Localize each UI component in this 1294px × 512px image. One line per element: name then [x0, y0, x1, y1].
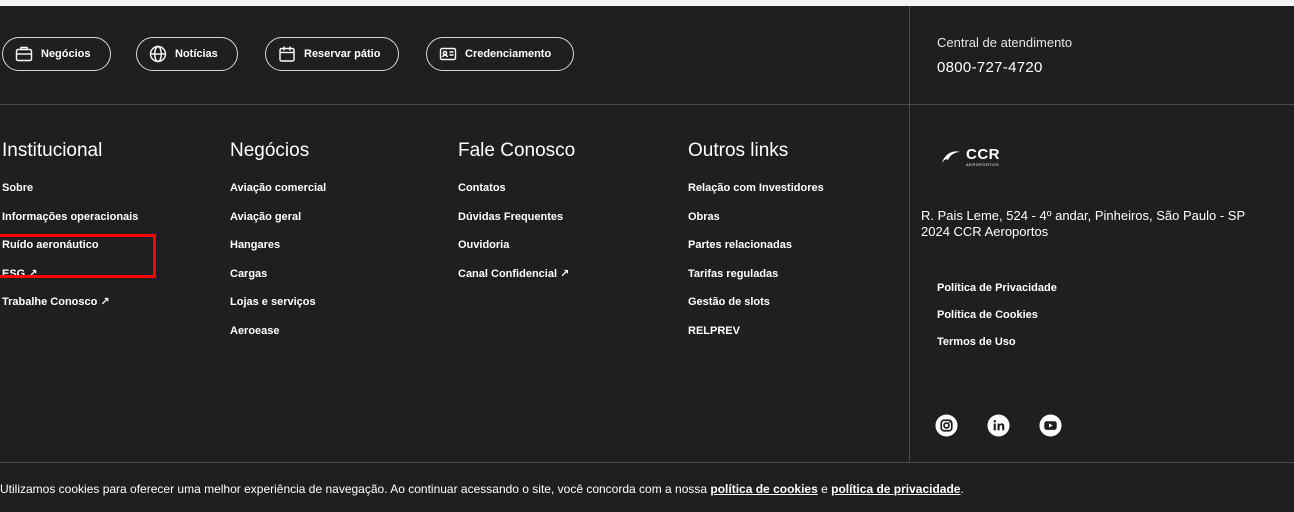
divider-right	[909, 104, 1294, 105]
noticias-button[interactable]: Notícias	[136, 37, 238, 71]
negocios-button-label: Negócios	[41, 48, 91, 60]
link-cargas[interactable]: Cargas	[230, 267, 326, 296]
link-sobre[interactable]: Sobre	[2, 181, 138, 210]
link-tarifas-reguladas[interactable]: Tarifas reguladas	[688, 267, 824, 296]
link-relacao-investidores[interactable]: Relação com Investidores	[688, 181, 824, 210]
institucional-column: Institucional Sobre Informações operacio…	[2, 140, 138, 324]
outros-links-column: Outros links Relação com Investidores Ob…	[688, 140, 824, 352]
calendar-icon	[279, 46, 295, 62]
ccr-logo: CCR AEROPORTOS	[940, 146, 1000, 168]
vertical-divider	[909, 6, 910, 462]
logo-name: CCR	[966, 145, 1000, 163]
institucional-title: Institucional	[2, 140, 103, 161]
link-aviacao-geral[interactable]: Aviação geral	[230, 210, 326, 239]
external-link-icon: ↗	[100, 296, 110, 308]
link-relprev[interactable]: RELPREV	[688, 324, 824, 353]
highlight-box	[0, 234, 156, 278]
cookie-end: .	[960, 482, 964, 496]
address: R. Pais Leme, 524 - 4º andar, Pinheiros,…	[921, 208, 1294, 240]
link-partes-relacionadas[interactable]: Partes relacionadas	[688, 238, 824, 267]
reservar-patio-button-label: Reservar pátio	[304, 48, 381, 60]
link-duvidas-frequentes[interactable]: Dúvidas Frequentes	[458, 210, 575, 239]
external-link-icon: ↗	[560, 267, 570, 280]
cookie-and: e	[817, 482, 832, 496]
link-hangares[interactable]: Hangares	[230, 238, 326, 267]
youtube-icon[interactable]	[1039, 414, 1062, 437]
noticias-button-label: Notícias	[175, 48, 218, 60]
social-links	[935, 414, 1062, 437]
privacy-policy-link[interactable]: política de privacidade	[831, 482, 960, 496]
copyright: 2024 CCR Aeroportos	[921, 224, 1049, 239]
cookie-text: Utilizamos cookies para oferecer uma mel…	[0, 482, 711, 496]
link-canal-confidencial[interactable]: Canal Confidencial ↗	[458, 267, 575, 296]
link-politica-privacidade[interactable]: Política de Privacidade	[937, 282, 1057, 309]
credenciamento-button[interactable]: Credenciamento	[426, 37, 574, 71]
divider-bottom	[0, 462, 1294, 463]
outros-links-title: Outros links	[688, 140, 789, 161]
linkedin-icon[interactable]	[987, 414, 1010, 437]
link-politica-cookies[interactable]: Política de Cookies	[937, 309, 1057, 336]
fale-conosco-title: Fale Conosco	[458, 140, 576, 161]
ccr-logo-icon	[942, 151, 960, 163]
fale-conosco-column: Fale Conosco Contatos Dúvidas Frequentes…	[458, 140, 575, 295]
footer: Negócios Notícias Reservar pátio Credenc…	[0, 6, 1294, 512]
divider-top	[0, 104, 909, 105]
link-aeroease[interactable]: Aeroease	[230, 324, 326, 353]
central-phone[interactable]: 0800-727-4720	[937, 59, 1043, 76]
negocios-title: Negócios	[230, 140, 310, 161]
globe-icon	[149, 45, 167, 63]
negocios-column: Negócios Aviação comercial Aviação geral…	[230, 140, 326, 352]
link-termos-uso[interactable]: Termos de Uso	[937, 336, 1057, 363]
link-obras[interactable]: Obras	[688, 210, 824, 239]
address-line: R. Pais Leme, 524 - 4º andar, Pinheiros,…	[921, 208, 1246, 223]
logo-sub: AEROPORTOS	[966, 161, 1000, 167]
policy-links: Política de Privacidade Política de Cook…	[937, 282, 1057, 363]
reservar-patio-button[interactable]: Reservar pátio	[265, 37, 399, 71]
link-lojas-servicos[interactable]: Lojas e serviços	[230, 295, 326, 324]
cookie-notice: Utilizamos cookies para oferecer uma mel…	[0, 482, 964, 496]
credenciamento-button-label: Credenciamento	[465, 48, 552, 60]
link-ouvidoria[interactable]: Ouvidoria	[458, 238, 575, 267]
negocios-button[interactable]: Negócios	[2, 37, 111, 71]
cookie-policy-link[interactable]: política de cookies	[710, 482, 817, 496]
instagram-icon[interactable]	[935, 414, 958, 437]
link-aviacao-comercial[interactable]: Aviação comercial	[230, 181, 326, 210]
central-label: Central de atendimento	[937, 35, 1073, 50]
id-card-icon	[439, 47, 457, 61]
link-gestao-slots[interactable]: Gestão de slots	[688, 295, 824, 324]
link-contatos[interactable]: Contatos	[458, 181, 575, 210]
briefcase-icon	[15, 46, 33, 62]
link-trabalhe-conosco[interactable]: Trabalhe Conosco ↗	[2, 295, 138, 324]
